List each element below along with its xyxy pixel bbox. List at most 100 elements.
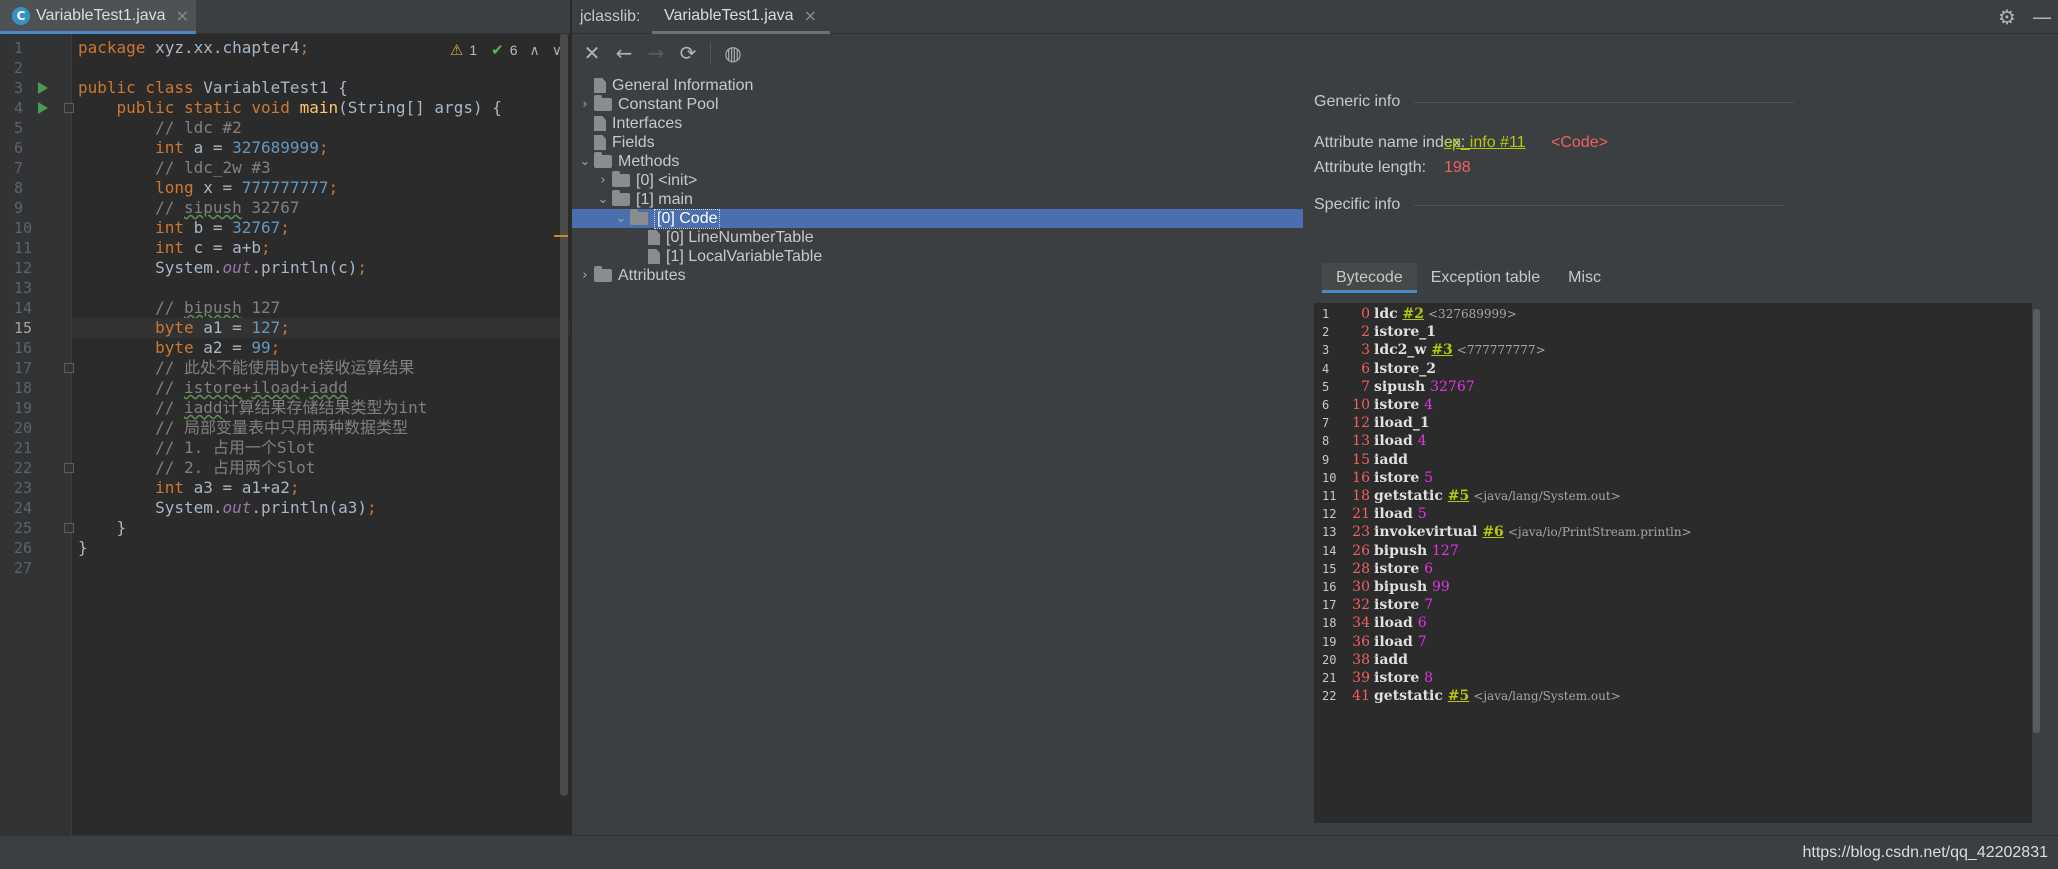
bytecode-row[interactable]: 21 39 istore 8 — [1314, 669, 2038, 687]
bytecode-row[interactable]: 9 15 iadd — [1314, 451, 2038, 469]
tree-node[interactable]: ⌄ [0] Code — [612, 208, 721, 229]
chevron-up-icon[interactable]: ∧ — [530, 42, 540, 59]
code-line[interactable] — [72, 278, 570, 298]
tree-node[interactable]: [1] LocalVariableTable — [630, 247, 822, 266]
code-line[interactable]: // 局部变量表中只用两种数据类型 — [72, 418, 570, 438]
code-line[interactable]: // istore+iload+iadd — [72, 378, 570, 398]
forward-icon[interactable]: → — [642, 39, 670, 67]
chevron-right-icon[interactable]: › — [576, 268, 594, 283]
code-line[interactable]: byte a1 = 127; — [72, 318, 570, 338]
bytecode-row[interactable]: 1 0 ldc #2 <327689999> — [1314, 305, 2038, 323]
code-line[interactable]: } — [72, 518, 570, 538]
bytecode-listing[interactable]: 1 0 ldc #2 <327689999> 2 2 istore_1 3 3 ldc2_w #3… — [1314, 303, 2038, 823]
run-icon[interactable] — [38, 82, 48, 94]
code-line[interactable]: int a3 = a1+a2; — [72, 478, 570, 498]
bytecode-row[interactable]: 14 26 bipush 127 — [1314, 542, 2038, 560]
tree-node[interactable]: › Constant Pool — [576, 95, 719, 114]
bytecode-row[interactable]: 16 30 bipush 99 — [1314, 578, 2038, 596]
code-line[interactable]: // ldc_2w #3 — [72, 158, 570, 178]
code-line[interactable] — [72, 558, 570, 578]
back-icon[interactable]: ← — [610, 39, 638, 67]
gear-icon[interactable]: ⚙ — [1998, 5, 2016, 29]
jclasslib-file-tab[interactable]: VariableTest1.java × — [652, 0, 830, 34]
warning-marker[interactable] — [554, 235, 568, 237]
bytecode-row[interactable]: 19 36 iload 7 — [1314, 633, 2038, 651]
tree-node[interactable]: ⌄ [1] main — [594, 190, 693, 209]
bytecode-ref-link[interactable]: #6 — [1482, 524, 1503, 540]
bytecode-instruction: sipush 32767 — [1374, 378, 1475, 396]
bytecode-row[interactable]: 4 6 lstore_2 — [1314, 360, 2038, 378]
code-line[interactable]: int a = 327689999; — [72, 138, 570, 158]
tree-node[interactable]: › [0] <init> — [594, 171, 697, 190]
scrollbar-thumb[interactable] — [560, 34, 568, 796]
bytecode-scrollbar[interactable] — [2032, 303, 2041, 823]
code-line[interactable]: int c = a+b; — [72, 238, 570, 258]
code-line[interactable]: long x = 777777777; — [72, 178, 570, 198]
tab-bytecode[interactable]: Bytecode — [1322, 263, 1417, 293]
code-area[interactable]: package xyz.xx.chapter4; public class Var… — [72, 34, 570, 835]
bytecode-row[interactable]: 20 38 iadd — [1314, 651, 2038, 669]
close-icon[interactable]: × — [176, 6, 189, 25]
bytecode-row[interactable]: 10 16 istore 5 — [1314, 469, 2038, 487]
code-line[interactable]: int b = 32767; — [72, 218, 570, 238]
scrollbar-thumb[interactable] — [2033, 309, 2040, 733]
tab-misc[interactable]: Misc — [1554, 263, 1615, 293]
tree-node[interactable]: Interfaces — [576, 114, 682, 133]
editor-file-tab[interactable]: C VariableTest1.java × — [0, 0, 196, 34]
close-icon[interactable]: ✕ — [578, 39, 606, 67]
bytecode-row[interactable]: 6 10 istore 4 — [1314, 396, 2038, 414]
tree-node[interactable]: › Attributes — [576, 266, 686, 285]
bytecode-offset: 21 — [1352, 506, 1370, 523]
chevron-down-icon[interactable]: ⌄ — [576, 154, 594, 169]
bytecode-row[interactable]: 11 18 getstatic #5 <java/lang/System.out> — [1314, 487, 2038, 505]
bytecode-row[interactable]: 17 32 istore 7 — [1314, 596, 2038, 614]
chevron-right-icon[interactable]: › — [594, 173, 612, 188]
bytecode-row[interactable]: 2 2 istore_1 — [1314, 323, 2038, 341]
browser-icon[interactable]: ◍ — [719, 39, 747, 67]
bytecode-ref-link[interactable]: #5 — [1448, 488, 1469, 504]
code-line[interactable]: // 2. 占用两个Slot — [72, 458, 570, 478]
class-structure-tree[interactable]: General Information › Constant Pool Interfa… — [572, 72, 1304, 835]
bytecode-row[interactable]: 3 3 ldc2_w #3 <777777777> — [1314, 341, 2038, 359]
tree-node[interactable]: ⌄ Methods — [576, 152, 679, 171]
bytecode-row[interactable]: 12 21 iload 5 — [1314, 505, 2038, 523]
close-icon[interactable]: × — [804, 6, 817, 25]
bytecode-row[interactable]: 5 7 sipush 32767 — [1314, 378, 2038, 396]
inspection-widget[interactable]: ⚠ 1 ✔ 6 ∧ ∨ — [450, 38, 562, 62]
bytecode-row[interactable]: 15 28 istore 6 — [1314, 560, 2038, 578]
code-line[interactable]: // 1. 占用一个Slot — [72, 438, 570, 458]
code-line[interactable]: // iadd计算结果存储结果类型为int — [72, 398, 570, 418]
chevron-down-icon[interactable]: ⌄ — [612, 211, 630, 226]
code-editor[interactable]: C VariableTest1.java × 1 2 3 4 5 6 7 8 9 10 11 12 13… — [0, 0, 570, 835]
minimize-icon[interactable]: — — [2032, 5, 2052, 29]
bytecode-row[interactable]: 22 41 getstatic #5 <java/lang/System.out> — [1314, 687, 2038, 705]
code-line[interactable]: public class VariableTest1 { — [72, 78, 570, 98]
bytecode-ref-link[interactable]: #3 — [1431, 342, 1452, 358]
line-number: 5 — [14, 119, 24, 137]
tab-exception-table[interactable]: Exception table — [1417, 263, 1554, 293]
run-icon[interactable] — [38, 102, 48, 114]
code-line[interactable]: // ldc #2 — [72, 118, 570, 138]
code-line[interactable]: System.out.println(a3); — [72, 498, 570, 518]
editor-scrollbar[interactable] — [560, 34, 568, 796]
code-line[interactable]: // sipush 32767 — [72, 198, 570, 218]
refresh-icon[interactable]: ⟳ — [674, 39, 702, 67]
bytecode-ref-link[interactable]: #2 — [1403, 306, 1424, 322]
chevron-down-icon[interactable]: ⌄ — [594, 192, 612, 207]
code-line[interactable]: } — [72, 538, 570, 558]
tree-node[interactable]: General Information — [576, 76, 753, 95]
code-line[interactable]: // 此处不能使用byte接收运算结果 — [72, 358, 570, 378]
code-line[interactable]: System.out.println(c); — [72, 258, 570, 278]
code-line[interactable]: byte a2 = 99; — [72, 338, 570, 358]
bytecode-row[interactable]: 13 23 invokevirtual #6 <java/io/PrintStream… — [1314, 523, 2038, 541]
bytecode-row[interactable]: 7 12 iload_1 — [1314, 414, 2038, 432]
attr-name-index-link[interactable]: cp_info #11 — [1444, 134, 1526, 152]
tree-node[interactable]: [0] LineNumberTable — [630, 228, 814, 247]
bytecode-row[interactable]: 8 13 iload 4 — [1314, 432, 2038, 450]
bytecode-ref-link[interactable]: #5 — [1448, 688, 1469, 704]
bytecode-row[interactable]: 18 34 iload 6 — [1314, 614, 2038, 632]
chevron-right-icon[interactable]: › — [576, 97, 594, 112]
code-line[interactable]: public static void main(String[] args) { — [72, 98, 570, 118]
tree-node[interactable]: Fields — [576, 133, 655, 152]
code-line[interactable]: // bipush 127 — [72, 298, 570, 318]
